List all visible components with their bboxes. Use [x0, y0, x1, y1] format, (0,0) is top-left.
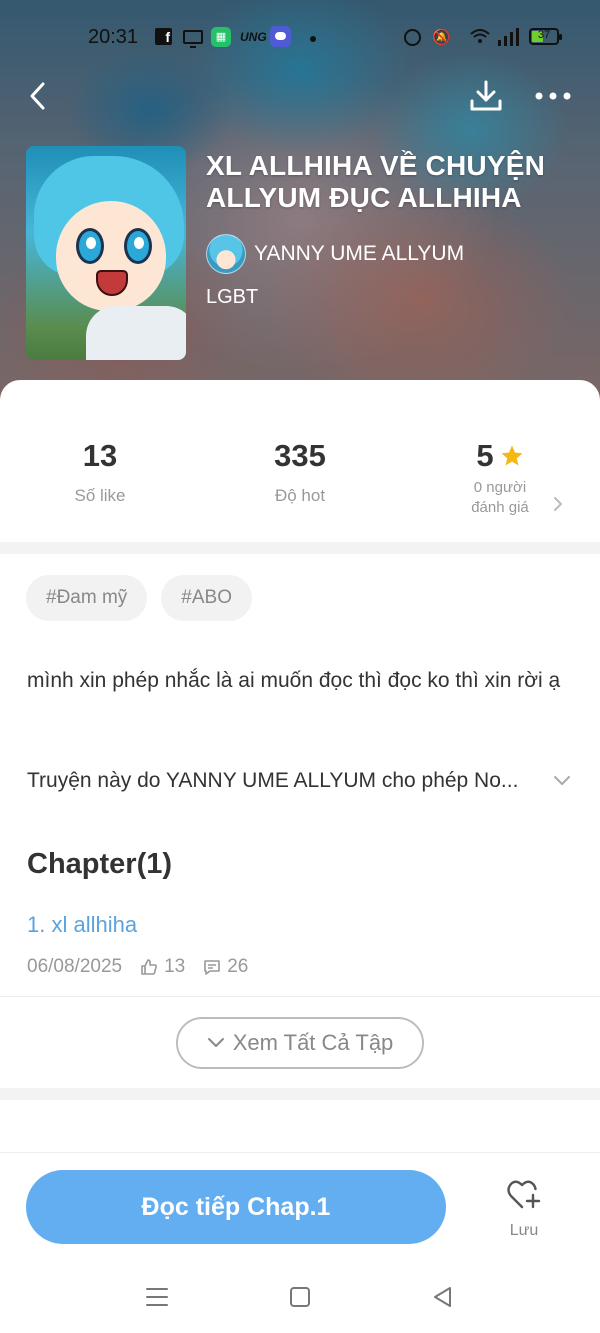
- book-info: XL ALLHIHA VỀ CHUYỆN ALLYUM ĐỤC ALLHIHA …: [206, 150, 586, 309]
- screen-icon: [183, 30, 203, 48]
- back-arrow-icon: [30, 82, 45, 110]
- system-navigation-bar: [0, 1262, 600, 1333]
- chapter-divider: [0, 996, 600, 997]
- bottom-action-bar: Đọc tiếp Chap.1 Lưu: [0, 1152, 600, 1262]
- weather-icon: [270, 26, 291, 47]
- see-all-chapters-button[interactable]: Xem Tất Cả Tập: [176, 1017, 424, 1069]
- rating-count-label: 0 người: [473, 479, 527, 496]
- author-avatar[interactable]: [206, 234, 246, 274]
- book-title: XL ALLHIHA VỀ CHUYỆN ALLYUM ĐỤC ALLHIHA: [206, 150, 545, 213]
- chapter-comment-count: 26: [227, 956, 249, 977]
- section-divider: [0, 1088, 600, 1100]
- stat-hot: 335 Độ hot: [200, 438, 400, 506]
- chapter-like-count: 13: [164, 956, 186, 977]
- facebook-icon: f: [155, 28, 172, 45]
- chapter-link[interactable]: 1. xl allhiha: [27, 912, 137, 938]
- description-truncated: Truyện này do YANNY UME ALLYUM cho phép …: [27, 769, 519, 792]
- signal-icon: [498, 28, 519, 46]
- chevron-down-icon: [554, 776, 570, 785]
- book-genre[interactable]: LGBT: [206, 286, 586, 309]
- rating-value: 5: [476, 438, 494, 473]
- rating-subtitle: đánh giá: [471, 499, 529, 516]
- save-label: Lưu: [509, 1222, 539, 1239]
- home-square-icon[interactable]: [287, 1284, 313, 1310]
- battery-icon: 37: [529, 28, 562, 45]
- description-expand[interactable]: Truyện này do YANNY UME ALLYUM cho phép …: [27, 764, 573, 798]
- section-divider: [0, 542, 600, 554]
- download-icon: [470, 80, 502, 111]
- heart-plus-icon: [507, 1180, 541, 1209]
- description-text: mình xin phép nhắc là ai muốn đọc thì đọ…: [27, 669, 561, 692]
- continue-reading-button[interactable]: Đọc tiếp Chap.1: [26, 1170, 446, 1244]
- more-button[interactable]: [529, 72, 577, 120]
- chapter-date: 06/08/2025: [27, 956, 123, 977]
- back-button[interactable]: [14, 72, 62, 120]
- hot-count: 335: [274, 438, 326, 473]
- wifi-icon: [470, 29, 490, 43]
- more-dots-icon: [535, 92, 571, 100]
- green-app-icon: ▦: [211, 27, 231, 47]
- top-navigation: [0, 72, 600, 120]
- stats-row: 13 Số like 335 Độ hot 5 0 người đánh giá: [0, 380, 600, 542]
- back-triangle-icon[interactable]: [430, 1284, 456, 1310]
- tag-list: #Đam mỹ #ABO: [26, 575, 252, 621]
- author-row[interactable]: YANNY UME ALLYUM: [206, 234, 586, 274]
- tag-abo[interactable]: #ABO: [161, 575, 252, 621]
- see-all-label: Xem Tất Cả Tập: [232, 1030, 394, 1055]
- comment-icon: [204, 960, 221, 975]
- star-icon: [501, 445, 523, 466]
- thumbs-up-icon: [141, 959, 158, 975]
- stat-rating[interactable]: 5 0 người đánh giá: [400, 438, 600, 518]
- chevron-down-icon: [207, 1038, 224, 1047]
- likes-count: 13: [82, 438, 118, 473]
- menu-icon[interactable]: [144, 1284, 170, 1310]
- hot-label: Độ hot: [274, 486, 326, 505]
- mute-icon: 🔕: [432, 29, 451, 46]
- dot-icon: [310, 36, 316, 42]
- book-header: 20:31 f ▦ UNG 🔕 37 XL ALLHIHA VỀ CHUYỆN …: [0, 0, 600, 420]
- battery-level: 37: [537, 29, 551, 41]
- likes-label: Số like: [74, 486, 126, 505]
- status-time: 20:31: [88, 26, 139, 48]
- chapter-meta: 06/08/2025 13 26: [27, 954, 248, 980]
- chevron-right-icon[interactable]: [552, 496, 564, 512]
- chapter-heading: Chapter(1): [27, 848, 173, 880]
- save-button[interactable]: Lưu: [496, 1179, 552, 1240]
- download-button[interactable]: [462, 72, 510, 120]
- tag-dam-my[interactable]: #Đam mỹ: [26, 575, 148, 621]
- alarm-icon: [404, 29, 421, 46]
- stat-likes: 13 Số like: [0, 438, 200, 506]
- ung-icon: UNG: [240, 30, 267, 44]
- author-name[interactable]: YANNY UME ALLYUM: [254, 242, 464, 266]
- book-cover[interactable]: [26, 146, 186, 360]
- status-bar: 20:31 f ▦ UNG 🔕 37: [0, 18, 600, 58]
